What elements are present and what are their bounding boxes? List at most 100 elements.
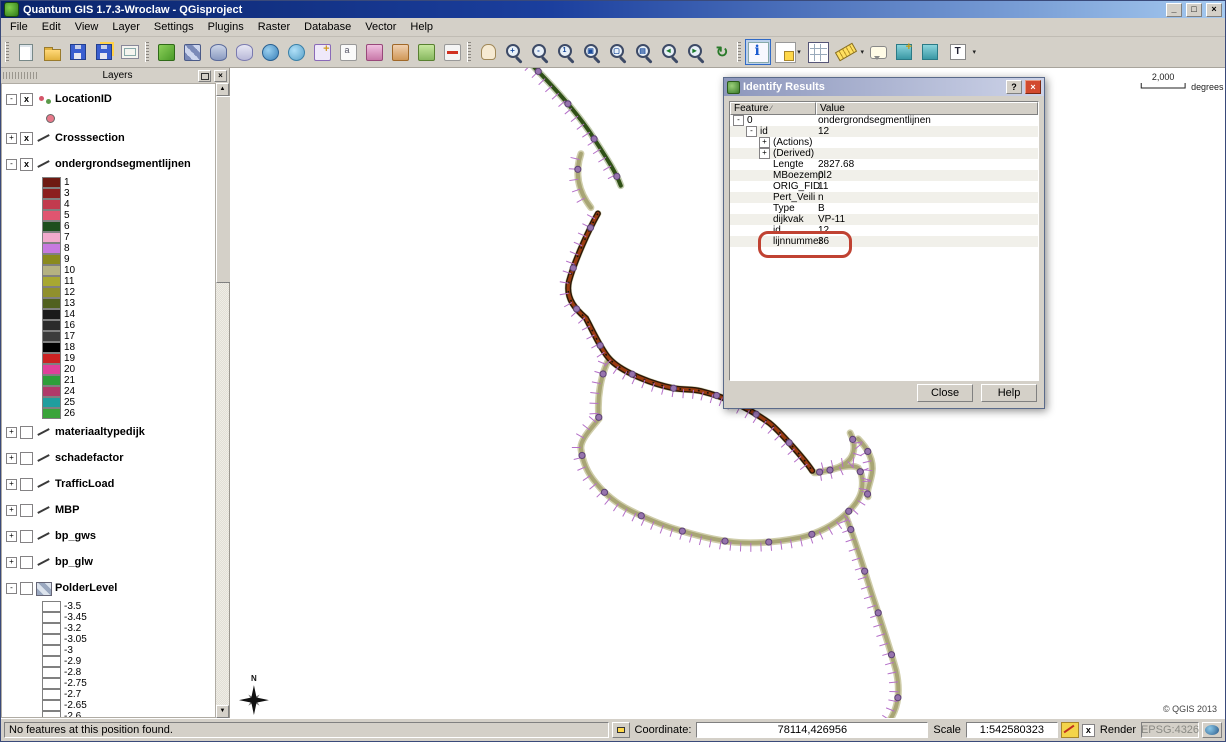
expander-icon[interactable]: +	[6, 557, 17, 568]
expander-icon[interactable]: +	[6, 427, 17, 438]
result-row[interactable]: lijnnummer 36	[730, 236, 1038, 247]
title-bar[interactable]: Quantum GIS 1.7.3-Wroclaw - QGisproject …	[1, 1, 1225, 18]
close-button[interactable]: Close	[917, 384, 973, 402]
result-row[interactable]: Type B	[730, 203, 1038, 214]
layer-row[interactable]: -2.9	[2, 656, 215, 667]
add-oracle-georaster-button[interactable]	[387, 39, 413, 65]
menu-item[interactable]: Database	[297, 19, 358, 35]
chevron-down-icon[interactable]	[860, 48, 864, 56]
layer-row[interactable]: 24	[2, 386, 215, 397]
layer-row[interactable]: 14	[2, 309, 215, 320]
layer-row[interactable]: -3.5	[2, 601, 215, 612]
scrollbar-thumb[interactable]	[216, 96, 231, 283]
coordinate-input[interactable]: 78114,426956	[696, 722, 928, 738]
layer-row[interactable]: -3.45	[2, 612, 215, 623]
dialog-help-button[interactable]: ?	[1006, 80, 1022, 94]
new-bookmark-button[interactable]	[891, 39, 917, 65]
menu-item[interactable]: Edit	[35, 19, 68, 35]
dialog-title-bar[interactable]: Identify Results ? ×	[724, 78, 1044, 96]
expander-icon[interactable]: +	[759, 148, 770, 159]
layer-row[interactable]: 4	[2, 199, 215, 210]
expander-icon[interactable]: +	[6, 505, 17, 516]
result-row[interactable]: Pert_Veili n	[730, 192, 1038, 203]
layer-row[interactable]: 11	[2, 276, 215, 287]
menu-item[interactable]: View	[68, 19, 106, 35]
layer-checkbox[interactable]	[20, 582, 33, 595]
pan-map-button[interactable]	[475, 39, 501, 65]
layer-row[interactable]: -2.65	[2, 700, 215, 711]
layer-row[interactable]: - PolderLevel	[2, 575, 215, 601]
result-row[interactable]: - 0 ondergrondsegmentlijnen	[730, 115, 1038, 126]
maximize-button[interactable]: □	[1186, 3, 1202, 17]
crs-status-icon[interactable]	[1202, 722, 1222, 738]
add-spatialite-layer-button[interactable]	[231, 39, 257, 65]
layer-row[interactable]: 17	[2, 331, 215, 342]
expander-icon[interactable]: +	[6, 479, 17, 490]
layer-row[interactable]: + bp_gws	[2, 523, 215, 549]
layer-row[interactable]: + TrafficLoad	[2, 471, 215, 497]
chevron-down-icon[interactable]	[797, 48, 801, 56]
menu-item[interactable]: Help	[403, 19, 440, 35]
chevron-down-icon[interactable]	[972, 48, 976, 56]
layer-row[interactable]: 8	[2, 243, 215, 254]
layer-row[interactable]: + MBP	[2, 497, 215, 523]
layer-checkbox[interactable]: x	[20, 93, 33, 106]
zoom-in-button[interactable]	[501, 39, 527, 65]
zoom-next-button[interactable]	[683, 39, 709, 65]
panel-grip[interactable]	[3, 72, 37, 79]
close-button[interactable]: ×	[1206, 3, 1222, 17]
add-gpx-layer-button[interactable]	[361, 39, 387, 65]
layer-row[interactable]: + materiaaltypedijk	[2, 419, 215, 445]
menu-item[interactable]: Vector	[358, 19, 403, 35]
text-annotation-button[interactable]	[943, 39, 977, 65]
expander-icon[interactable]: -	[6, 94, 17, 105]
layer-row[interactable]: 1	[2, 177, 215, 188]
layer-checkbox[interactable]: x	[20, 158, 33, 171]
add-raster-layer-button[interactable]	[179, 39, 205, 65]
expander-icon[interactable]: -	[6, 159, 17, 170]
layer-row[interactable]: + schadefactor	[2, 445, 215, 471]
layer-row[interactable]: 9	[2, 254, 215, 265]
result-row[interactable]: + (Actions)	[730, 137, 1038, 148]
menu-item[interactable]: Raster	[251, 19, 297, 35]
result-row[interactable]: id 12	[730, 225, 1038, 236]
layer-row[interactable]: 10	[2, 265, 215, 276]
scale-input[interactable]: 1:542580323	[966, 722, 1058, 738]
refresh-map-button[interactable]	[709, 39, 735, 65]
layer-row[interactable]: 7	[2, 232, 215, 243]
open-osm-data-button[interactable]	[413, 39, 439, 65]
layer-row[interactable]: 21	[2, 375, 215, 386]
expander-icon[interactable]: +	[759, 137, 770, 148]
save-project-as-button[interactable]	[91, 39, 117, 65]
open-attribute-table-button[interactable]	[805, 39, 831, 65]
menu-item[interactable]: Layer	[105, 19, 147, 35]
layers-panel-header[interactable]: Layers	[1, 68, 229, 84]
layer-row[interactable]: 18	[2, 342, 215, 353]
expander-icon[interactable]: -	[6, 583, 17, 594]
layer-row[interactable]: 25	[2, 397, 215, 408]
zoom-to-layer-button[interactable]	[631, 39, 657, 65]
zoom-to-selection-button[interactable]	[605, 39, 631, 65]
value-column-header[interactable]: Value	[816, 102, 1038, 115]
result-row[interactable]: - id 12	[730, 126, 1038, 137]
mouse-position-icon[interactable]	[612, 722, 630, 738]
scroll-down-icon[interactable]: ▼	[216, 705, 229, 718]
minimize-button[interactable]: _	[1166, 3, 1182, 17]
panel-scrollbar[interactable]: ▲ ▼	[216, 83, 229, 718]
result-row[interactable]: MBoezempl 0.2	[730, 170, 1038, 181]
layer-row[interactable]: 19	[2, 353, 215, 364]
remove-layer-button[interactable]	[439, 39, 465, 65]
new-project-button[interactable]	[13, 39, 39, 65]
render-checkbox[interactable]: x	[1082, 724, 1095, 737]
layer-row[interactable]: 3	[2, 188, 215, 199]
save-project-button[interactable]	[65, 39, 91, 65]
layer-row[interactable]: -2.8	[2, 667, 215, 678]
layer-row[interactable]: + x Crosssection	[2, 125, 215, 151]
menu-item[interactable]: File	[3, 19, 35, 35]
layer-checkbox[interactable]	[20, 530, 33, 543]
zoom-native-resolution-button[interactable]	[553, 39, 579, 65]
expander-icon[interactable]: +	[6, 133, 17, 144]
layer-row[interactable]: 26	[2, 408, 215, 419]
measure-line-button[interactable]	[831, 39, 865, 65]
expander-icon[interactable]: +	[6, 531, 17, 542]
